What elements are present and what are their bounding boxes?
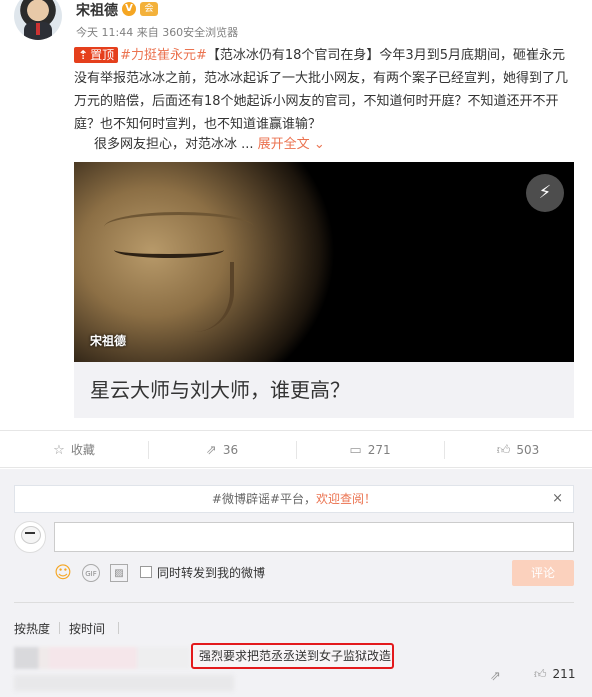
divider <box>14 602 574 603</box>
verified-badge-icon: V <box>122 2 136 16</box>
pin-badge: ⇡ 置顶 <box>74 47 119 63</box>
post-second-paragraph: 很多网友担心，对范冰冰 ... 展开全文 ⌄ <box>94 133 325 152</box>
article-card[interactable]: 宋祖德 ⚡ 星云大师与刘大师，谁更高？ <box>74 162 574 418</box>
author-avatar[interactable] <box>14 0 62 40</box>
sort-by-time-tab[interactable]: 按时间 <box>69 620 105 637</box>
top-comment-text: 强烈要求把范丞丞送到女子监狱改造 <box>191 643 394 669</box>
lightning-icon[interactable]: ⚡ <box>526 174 564 212</box>
article-title[interactable]: 星云大师与刘大师，谁更高？ <box>90 374 350 403</box>
divider <box>118 622 119 634</box>
image-icon[interactable]: ▨ <box>110 564 128 582</box>
favorite-label: 收藏 <box>70 443 95 457</box>
like-count: 503 <box>516 443 540 457</box>
comment-like-button[interactable]: 👍︎ 211 <box>534 667 575 682</box>
like-button[interactable]: 👍︎ 503 <box>444 431 592 469</box>
repost-checkbox[interactable] <box>140 566 152 578</box>
blurred-commenter-name <box>14 647 190 669</box>
divider <box>59 622 60 634</box>
repost-checkbox-label: 同时转发到我的微博 <box>157 566 266 580</box>
comment-like-count: 211 <box>552 667 576 681</box>
expand-label[interactable]: 展开全文 <box>258 137 310 152</box>
gif-icon[interactable]: GIF <box>82 564 100 582</box>
expand-full-text-link[interactable]: 展开全文 ⌄ <box>258 137 325 152</box>
action-bar: ☆ 收藏 ⇗ 36 ▭ 271 👍︎ 503 <box>0 430 592 468</box>
current-user-avatar <box>14 521 46 553</box>
rumor-notice-banner[interactable]: #微博辟谣#平台，欢迎查阅！ × <box>14 485 574 513</box>
notice-prefix: #微博辟谣#平台， <box>211 492 317 506</box>
image-watermark: 宋祖德 <box>90 334 127 348</box>
blurred-comment-meta <box>14 675 234 691</box>
comment-count: 271 <box>367 443 391 457</box>
article-cover-image[interactable]: 宋祖德 ⚡ <box>74 162 574 362</box>
repost-count: 36 <box>222 443 239 457</box>
notice-link[interactable]: 欢迎查阅！ <box>316 492 376 506</box>
author-name[interactable]: 宋祖德 <box>76 0 118 20</box>
repost-button[interactable]: ⇗ 36 <box>148 431 296 469</box>
reply-icon[interactable]: ⇗ <box>490 669 501 684</box>
pin-label: 置顶 <box>90 48 115 62</box>
chevron-down-icon: ⌄ <box>313 137 325 152</box>
thumbs-up-icon: 👍︎ <box>496 443 511 458</box>
favorite-button[interactable]: ☆ 收藏 <box>0 431 148 469</box>
sort-by-hot-tab[interactable]: 按热度 <box>14 620 50 637</box>
star-icon: ☆ <box>53 443 65 458</box>
submit-comment-button[interactable]: 评论 <box>512 560 574 586</box>
comment-section: #微博辟谣#平台，欢迎查阅！ × ☺ GIF ▨ 同时转发到我的微博 评论 按热… <box>0 469 592 697</box>
post-meta: 今天 11:44 来自 360安全浏览器 <box>76 26 239 39</box>
post-body: ⇡ 置顶 #力挺崔永元#【范冰冰仍有18个官司在身】今年3月到5月底期间，砸崔永元没… <box>74 44 574 136</box>
member-badge-icon: 会 <box>140 2 158 16</box>
post-header: 宋祖德 V 会 今天 11:44 来自 360安全浏览器 <box>0 0 592 44</box>
thumbs-up-icon: 👍︎ <box>534 667 547 681</box>
comment-input[interactable] <box>54 522 574 552</box>
close-icon[interactable]: × <box>552 486 563 512</box>
truncated-text: 很多网友担心，对范冰冰 ... <box>94 137 254 152</box>
hashtag-link[interactable]: #力挺崔永元# <box>120 48 207 63</box>
emoji-icon[interactable]: ☺ <box>54 564 72 582</box>
pin-arrow-icon: ⇡ <box>78 48 89 62</box>
share-icon: ⇗ <box>205 443 217 458</box>
comment-icon: ▭ <box>349 443 362 458</box>
comment-button[interactable]: ▭ 271 <box>296 431 444 469</box>
